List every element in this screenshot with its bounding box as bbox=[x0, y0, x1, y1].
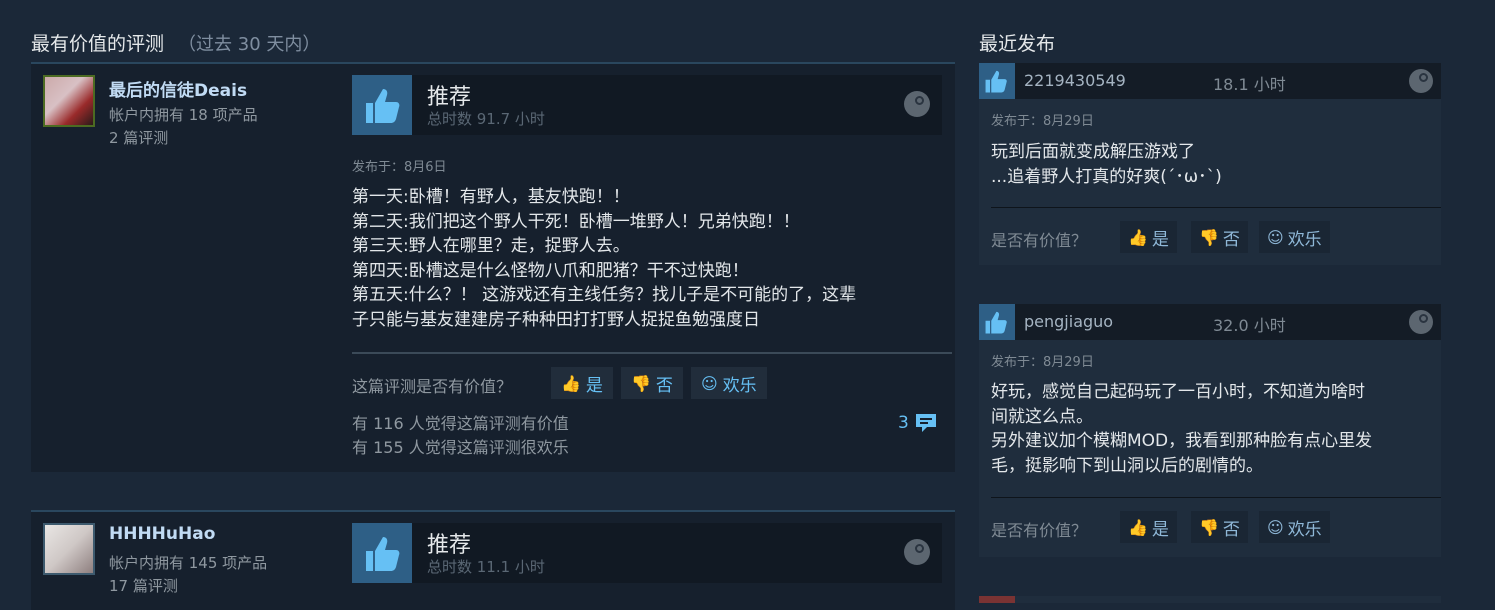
card-topline bbox=[31, 62, 955, 64]
thumbs-up-icon bbox=[979, 304, 1015, 340]
review-text: 玩到后面就变成解压游戏了 ...追着野人打真的好爽(´･ω･`) bbox=[991, 142, 1222, 187]
hours-played: 总时数 11.1 小时 bbox=[427, 558, 545, 576]
comments-link[interactable]: 3 bbox=[898, 412, 938, 434]
section-title: 最有价值的评测 bbox=[31, 33, 165, 55]
review-count[interactable]: 2 篇评测 bbox=[109, 127, 258, 150]
helpful-question: 是否有价值？ bbox=[991, 521, 1088, 540]
vote-yes-button[interactable]: 👍 是 bbox=[551, 367, 613, 399]
vote-yes-label: 是 bbox=[1151, 519, 1169, 540]
avatar[interactable] bbox=[43, 523, 95, 575]
author-meta: 帐户内拥有 18 项产品 2 篇评测 bbox=[109, 104, 258, 150]
comment-icon bbox=[915, 414, 936, 432]
vote-funny-button[interactable]: ☺ 欢乐 bbox=[1259, 511, 1330, 543]
steam-icon bbox=[904, 539, 930, 565]
smiley-icon: ☺ bbox=[1267, 227, 1284, 247]
review-text: 好玩，感觉自己起码玩了一百小时，不知道为啥时 间就这么点。 另外建议加个模糊MO… bbox=[991, 382, 1373, 476]
posted-date: 发布于：8月6日 bbox=[352, 160, 447, 175]
smiley-icon: ☺ bbox=[701, 373, 718, 393]
verdict-label: 推荐 bbox=[427, 85, 472, 110]
most-helpful-header: 最有价值的评测 （过去 30 天内） bbox=[31, 29, 320, 56]
posted-date: 发布于：8月29日 bbox=[991, 355, 1094, 370]
smiley-icon: ☺ bbox=[1267, 517, 1284, 537]
thumbs-down-icon: 👎 bbox=[1199, 517, 1219, 537]
card-topline bbox=[31, 510, 955, 512]
vote-funny-label: 欢乐 bbox=[1287, 229, 1322, 250]
thumbs-down-icon: 👎 bbox=[1199, 227, 1219, 247]
vote-no-button[interactable]: 👎 否 bbox=[621, 367, 683, 399]
posted-date: 发布于：8月29日 bbox=[991, 114, 1094, 129]
thumbs-up-icon bbox=[979, 63, 1015, 99]
thumbs-up-icon bbox=[352, 75, 412, 135]
recent-header: 最近发布 bbox=[979, 33, 1056, 55]
helpful-question: 是否有价值？ bbox=[991, 231, 1088, 250]
author-meta: 帐户内拥有 145 项产品 17 篇评测 bbox=[109, 552, 267, 598]
vote-no-label: 否 bbox=[1222, 519, 1240, 540]
vote-funny-label: 欢乐 bbox=[1287, 519, 1322, 540]
thumbs-down-icon bbox=[979, 596, 1015, 603]
recent-review-card: 2219430549 18.1 小时 发布于：8月29日 玩到后面就变成解压游戏… bbox=[979, 63, 1441, 265]
thumbs-up-icon: 👍 bbox=[561, 373, 581, 393]
vote-funny-button[interactable]: ☺ 欢乐 bbox=[691, 367, 767, 399]
reviewer-name[interactable]: pengjiaguo bbox=[1024, 312, 1113, 331]
recent-review-header[interactable]: 2219430549 18.1 小时 bbox=[979, 63, 1441, 99]
thumbs-up-icon: 👍 bbox=[1128, 227, 1148, 247]
vote-yes-label: 是 bbox=[1151, 229, 1169, 250]
recent-review-card bbox=[979, 596, 1441, 603]
vote-no-label: 否 bbox=[655, 375, 673, 396]
reviewer-name[interactable]: 2219430549 bbox=[1024, 71, 1126, 90]
thumbs-down-icon: 👎 bbox=[631, 373, 651, 393]
avatar[interactable] bbox=[43, 75, 95, 127]
vote-no-label: 否 bbox=[1222, 229, 1240, 250]
review-card: HHHHuHao 帐户内拥有 145 项产品 17 篇评测 推荐 总时数 11.… bbox=[31, 510, 955, 610]
recent-review-header[interactable]: pengjiaguo 32.0 小时 bbox=[979, 304, 1441, 340]
divider bbox=[991, 497, 1441, 498]
author-name[interactable]: 最后的信徒Deais bbox=[109, 76, 247, 101]
vote-no-button[interactable]: 👎 否 bbox=[1191, 511, 1248, 543]
vote-no-button[interactable]: 👎 否 bbox=[1191, 221, 1248, 253]
funny-count: 有 155 人觉得这篇评测很欢乐 bbox=[352, 438, 569, 457]
vote-header[interactable]: 推荐 总时数 11.1 小时 bbox=[352, 523, 942, 583]
vote-header[interactable]: 推荐 总时数 91.7 小时 bbox=[352, 75, 942, 135]
vote-yes-button[interactable]: 👍 是 bbox=[1120, 221, 1177, 253]
author-name[interactable]: HHHHuHao bbox=[109, 524, 215, 544]
review-count[interactable]: 17 篇评测 bbox=[109, 575, 267, 598]
hours-played: 总时数 91.7 小时 bbox=[427, 110, 545, 128]
helpful-question: 这篇评测是否有价值？ bbox=[352, 377, 513, 396]
vote-yes-button[interactable]: 👍 是 bbox=[1120, 511, 1177, 543]
hours-played: 18.1 小时 bbox=[1213, 75, 1286, 94]
thumbs-up-icon: 👍 bbox=[1128, 517, 1148, 537]
section-subtitle: （过去 30 天内） bbox=[178, 34, 321, 55]
review-card: 最后的信徒Deais 帐户内拥有 18 项产品 2 篇评测 推荐 总时数 91.… bbox=[31, 62, 955, 472]
hours-played: 32.0 小时 bbox=[1213, 316, 1286, 335]
helpful-count: 有 116 人觉得这篇评测有价值 bbox=[352, 414, 569, 433]
verdict-label: 推荐 bbox=[427, 533, 472, 558]
steam-icon bbox=[904, 91, 930, 117]
vote-yes-label: 是 bbox=[585, 375, 603, 396]
owned-products[interactable]: 帐户内拥有 145 项产品 bbox=[109, 552, 267, 575]
thumbs-up-icon bbox=[352, 523, 412, 583]
review-text: 第一天:卧槽！有野人，基友快跑！！ 第二天:我们把这个野人干死！卧槽一堆野人！兄… bbox=[352, 187, 857, 330]
vote-funny-label: 欢乐 bbox=[722, 375, 757, 396]
recent-review-card: pengjiaguo 32.0 小时 发布于：8月29日 好玩，感觉自己起码玩了… bbox=[979, 304, 1441, 557]
owned-products[interactable]: 帐户内拥有 18 项产品 bbox=[109, 104, 258, 127]
vote-funny-button[interactable]: ☺ 欢乐 bbox=[1259, 221, 1330, 253]
comment-count: 3 bbox=[898, 413, 909, 433]
divider bbox=[991, 207, 1441, 208]
steam-icon bbox=[1409, 310, 1433, 334]
divider bbox=[352, 352, 952, 354]
steam-icon bbox=[1409, 69, 1433, 93]
